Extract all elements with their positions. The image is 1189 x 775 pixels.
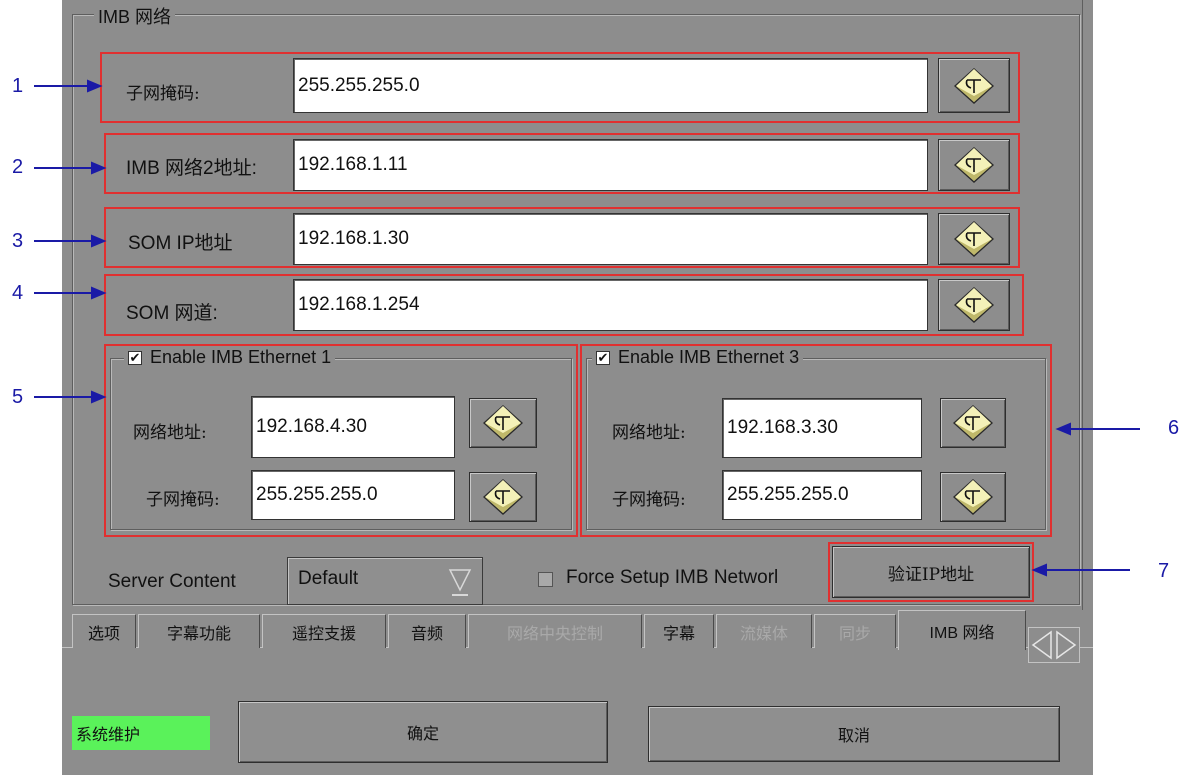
- annotation-arrows: [34, 79, 1140, 577]
